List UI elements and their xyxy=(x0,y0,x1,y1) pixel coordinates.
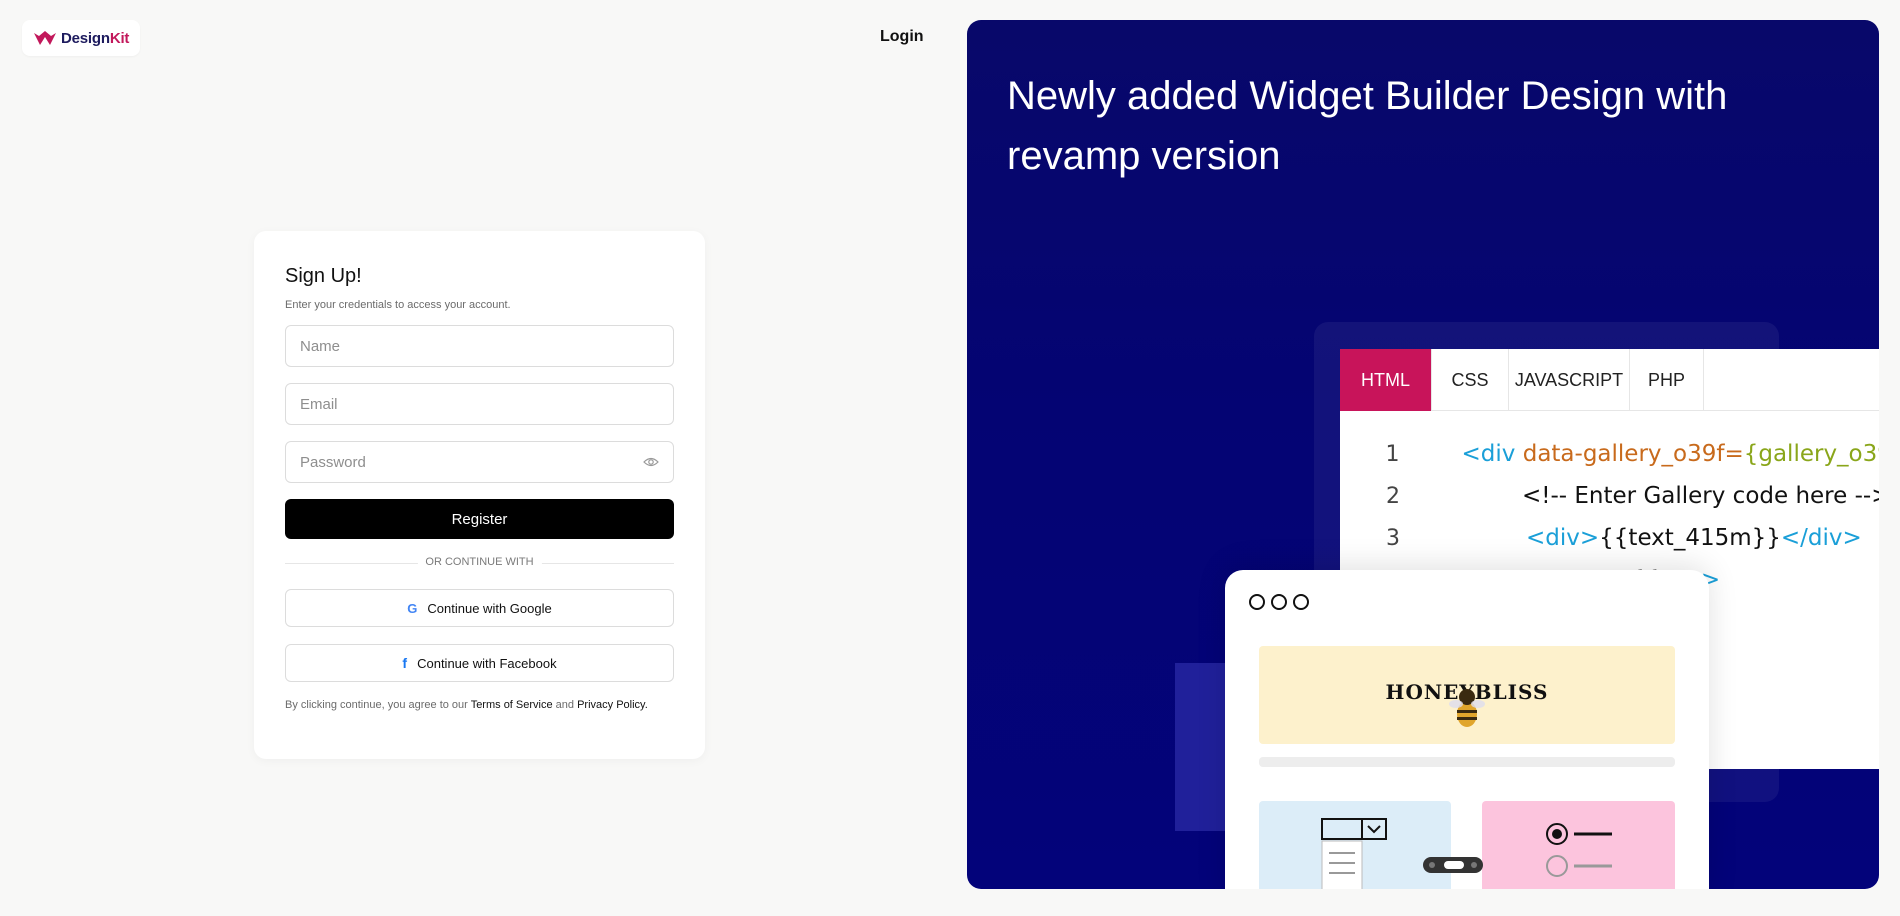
brand-logo[interactable]: DesignKit xyxy=(22,20,140,56)
brand-name: DesignKit xyxy=(61,29,130,47)
password-input[interactable] xyxy=(286,442,673,482)
hero-panel: Newly added Widget Builder Design with r… xyxy=(967,20,1879,889)
form-title: Sign Up! xyxy=(285,265,362,287)
line-number: 2 xyxy=(1386,483,1400,509)
email-field xyxy=(285,383,674,425)
radio-widget-tile xyxy=(1482,801,1675,889)
hero-title: Newly added Widget Builder Design with r… xyxy=(1007,74,1728,178)
dropdown-icon xyxy=(1321,818,1387,889)
name-input[interactable] xyxy=(286,326,673,366)
divider-label: OR CONTINUE WITH xyxy=(417,556,542,568)
email-input[interactable] xyxy=(286,384,673,424)
google-button[interactable]: G Continue with Google xyxy=(285,589,674,627)
line-number: 1 xyxy=(1385,441,1400,467)
code-line: 2 <!-- Enter Gallery code here --> xyxy=(1340,475,1879,517)
code-tabs: HTML CSS JAVASCRIPT PHP xyxy=(1340,349,1879,411)
logo-icon xyxy=(34,31,56,45)
dropdown-widget-tile xyxy=(1259,801,1451,889)
preview-banner: HONEYBLISS xyxy=(1259,646,1675,744)
preview-bar xyxy=(1259,757,1675,767)
tab-php[interactable]: PHP xyxy=(1630,349,1704,411)
form-subtitle: Enter your credentials to access your ac… xyxy=(285,299,511,311)
bee-icon xyxy=(1449,689,1485,727)
code-line: 3 <div>{{text_415m}}</div> xyxy=(1340,517,1879,559)
divider: OR CONTINUE WITH xyxy=(285,556,674,568)
widget-preview-window: HONEYBLISS xyxy=(1225,570,1709,889)
code-line: 1 <div data-gallery_o39f={gallery_o39f xyxy=(1340,433,1879,475)
line-number: 3 xyxy=(1386,525,1400,551)
privacy-link[interactable]: Privacy Policy. xyxy=(577,699,648,711)
tab-html[interactable]: HTML xyxy=(1340,349,1432,411)
google-icon: G xyxy=(407,600,418,616)
tab-javascript[interactable]: JAVASCRIPT xyxy=(1509,349,1630,411)
terms-link[interactable]: Terms of Service xyxy=(471,699,553,711)
radio-icon xyxy=(1546,823,1612,877)
google-button-label: Continue with Google xyxy=(427,600,552,616)
password-field xyxy=(285,441,674,483)
terms-text: By clicking continue, you agree to our T… xyxy=(285,699,648,711)
signup-card: Sign Up! Enter your credentials to acces… xyxy=(254,231,705,759)
tab-css[interactable]: CSS xyxy=(1432,349,1509,411)
eye-icon[interactable] xyxy=(643,456,659,468)
login-link[interactable]: Login xyxy=(880,28,924,46)
name-field xyxy=(285,325,674,367)
facebook-button-label: Continue with Facebook xyxy=(417,655,557,671)
carousel-indicator[interactable] xyxy=(1423,857,1483,873)
facebook-icon: f xyxy=(402,655,408,671)
register-button[interactable]: Register xyxy=(285,499,674,539)
facebook-button[interactable]: f Continue with Facebook xyxy=(285,644,674,682)
window-dots xyxy=(1249,594,1309,610)
